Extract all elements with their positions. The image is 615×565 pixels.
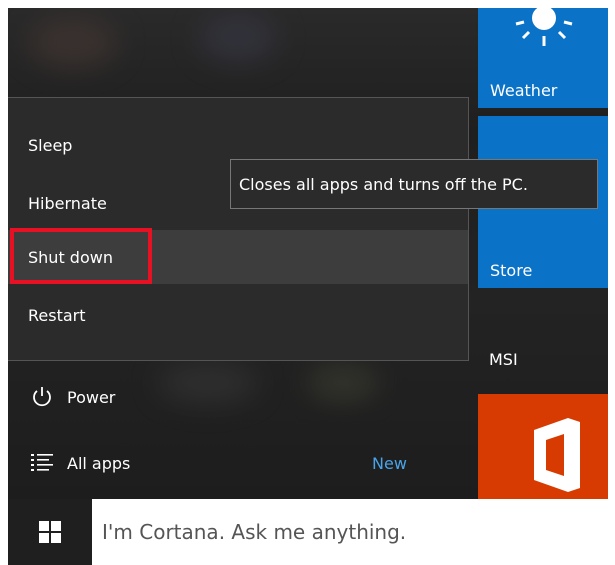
new-badge: New [372,453,407,473]
windows-logo-icon [39,521,61,543]
screen: Weather Store MSI Sleep Hibernate Shut d… [0,0,615,565]
all-apps-button[interactable]: All apps New [8,443,468,483]
store-tile-label: Store [490,261,533,280]
power-options-menu: Sleep Hibernate Shut down Restart [8,97,469,361]
cortana-search-text: I'm Cortana. Ask me anything. [102,520,407,544]
restart-label: Restart [28,305,86,325]
background-blur [198,13,278,63]
msi-group-label: MSI [489,350,518,369]
power-label: Power [67,387,116,407]
restart-menu-item[interactable]: Restart [8,288,468,342]
shut-down-tooltip: Closes all apps and turns off the PC. [230,159,598,209]
all-apps-label: All apps [67,453,131,473]
power-button[interactable]: Power [8,377,468,417]
sleep-label: Sleep [28,135,73,155]
hibernate-label: Hibernate [28,193,107,213]
shut-down-highlight-box [10,228,152,284]
office-logo-icon [534,418,580,492]
cortana-search-box[interactable]: I'm Cortana. Ask me anything. [92,499,608,565]
start-button[interactable] [8,499,92,565]
power-icon [17,386,67,408]
office-tile[interactable] [478,394,608,499]
tooltip-text: Closes all apps and turns off the PC. [239,174,528,194]
weather-tile-label: Weather [490,81,558,100]
all-apps-list-icon [17,453,67,473]
background-blur [28,18,118,68]
sun-icon [515,8,573,46]
weather-tile[interactable]: Weather [478,8,608,108]
start-menu: Weather Store MSI Sleep Hibernate Shut d… [8,8,608,499]
taskbar: I'm Cortana. Ask me anything. [8,499,608,565]
